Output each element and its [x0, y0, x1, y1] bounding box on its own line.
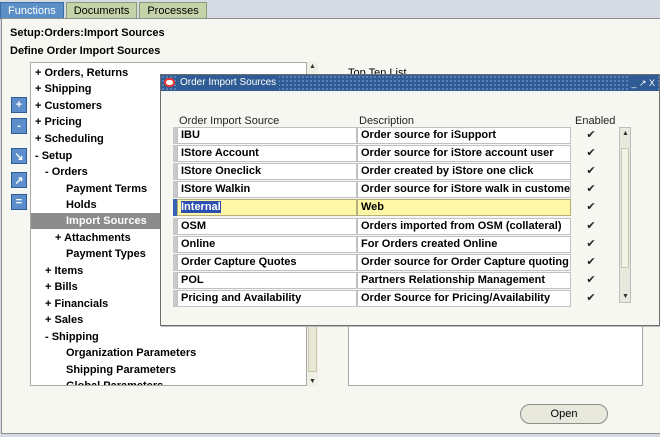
tree-item-sales[interactable]: + Sales	[45, 312, 83, 328]
grid-scrollbar[interactable]: ▲ ▼	[619, 127, 631, 303]
enabled-checkbox[interactable]: ✔	[585, 165, 597, 177]
grid-scroll-up-icon[interactable]: ▲	[622, 130, 629, 137]
description-cell[interactable]: Partners Relationship Management	[357, 272, 571, 289]
description-cell[interactable]: Orders imported from OSM (collateral)	[357, 218, 571, 235]
grid-scroll-thumb[interactable]	[621, 148, 629, 268]
window-titlebar[interactable]: Order Import Sources _ ↗ X	[161, 75, 659, 91]
tab-documents[interactable]: Documents	[65, 2, 138, 19]
header-description: Description	[359, 115, 415, 127]
tree-item-global-parameters[interactable]: Global Parameters	[66, 378, 163, 385]
tree-item-setup-shipping[interactable]: - Shipping	[45, 329, 99, 345]
source-cell[interactable]: Internal	[177, 199, 357, 216]
source-cell[interactable]: Online	[177, 236, 357, 253]
enabled-checkbox[interactable]: ✔	[585, 147, 597, 159]
description-cell[interactable]: Order Source for Pricing/Availability	[357, 290, 571, 307]
tree-item-financials[interactable]: + Financials	[45, 296, 108, 312]
enabled-checkbox[interactable]: ✔	[585, 220, 597, 232]
description-cell[interactable]: For Orders created Online	[357, 236, 571, 253]
source-cell[interactable]: IStore Walkin	[177, 181, 357, 198]
expand-all-button[interactable]: ↗	[11, 172, 27, 188]
tree-item-orders-returns[interactable]: + Orders, Returns	[35, 65, 128, 81]
source-cell[interactable]: IBU	[177, 127, 357, 144]
tree-item-shipping-parameters[interactable]: Shipping Parameters	[66, 362, 176, 378]
collapse-all-button[interactable]: =	[11, 194, 27, 210]
tree-item-items[interactable]: + Items	[45, 263, 83, 279]
description-cell[interactable]: Order created by iStore one click	[357, 163, 571, 180]
tree-item-setup[interactable]: - Setup	[35, 148, 72, 164]
tab-processes[interactable]: Processes	[139, 2, 207, 19]
tree-item-holds[interactable]: Holds	[66, 197, 97, 213]
tree-item-pricing[interactable]: + Pricing	[35, 114, 82, 130]
tree-item-organization-parameters[interactable]: Organization Parameters	[66, 345, 196, 361]
enabled-checkbox[interactable]: ✔	[585, 238, 597, 250]
page-title: Define Order Import Sources	[10, 45, 161, 57]
header-order-import-source: Order Import Source	[179, 115, 280, 127]
order-import-sources-window: Order Import Sources _ ↗ X Order Import …	[160, 74, 660, 326]
tree-item-attachments[interactable]: + Attachments	[55, 230, 131, 246]
tree-item-shipping[interactable]: + Shipping	[35, 81, 92, 97]
tree-item-scheduling[interactable]: + Scheduling	[35, 131, 104, 147]
enabled-checkbox[interactable]: ✔	[585, 292, 597, 304]
expand-button[interactable]: +	[11, 97, 27, 113]
source-cell[interactable]: OSM	[177, 218, 357, 235]
source-cell[interactable]: IStore Account	[177, 145, 357, 162]
window-title: Order Import Sources	[177, 76, 280, 90]
description-cell[interactable]: Order source for iStore walk in customer	[357, 181, 571, 198]
window-controls[interactable]: _ ↗ X	[629, 76, 657, 90]
tree-item-setup-orders[interactable]: - Orders	[45, 164, 88, 180]
scroll-up-arrow-icon[interactable]: ▲	[309, 63, 316, 70]
enabled-checkbox[interactable]: ✔	[585, 129, 597, 141]
enabled-checkbox[interactable]: ✔	[585, 256, 597, 268]
tab-functions[interactable]: Functions	[0, 2, 64, 19]
expand-branch-button[interactable]: ↘	[11, 148, 27, 164]
oracle-window-icon	[164, 78, 175, 87]
header-enabled: Enabled	[575, 115, 616, 127]
tree-item-payment-types[interactable]: Payment Types	[66, 246, 146, 262]
tree-item-customers[interactable]: + Customers	[35, 98, 102, 114]
source-cell[interactable]: Order Capture Quotes	[177, 254, 357, 271]
top-tabs: Functions Documents Processes	[0, 2, 207, 19]
grid-scroll-down-icon[interactable]: ▼	[622, 293, 629, 300]
open-button[interactable]: Open	[520, 404, 608, 424]
source-cell[interactable]: POL	[177, 272, 357, 289]
scroll-down-arrow-icon[interactable]: ▼	[309, 378, 316, 385]
description-cell[interactable]: Order source for iSupport	[357, 127, 571, 144]
enabled-checkbox[interactable]: ✔	[585, 274, 597, 286]
description-cell[interactable]: Order source for Order Capture quoting m…	[357, 254, 571, 271]
description-cell[interactable]: Web	[357, 199, 571, 216]
tree-item-payment-terms[interactable]: Payment Terms	[66, 181, 147, 197]
breadcrumb: Setup:Orders:Import Sources	[10, 27, 165, 39]
selected-text: Internal	[181, 201, 221, 213]
tree-item-bills[interactable]: + Bills	[45, 279, 78, 295]
enabled-checkbox[interactable]: ✔	[585, 183, 597, 195]
enabled-checkbox[interactable]: ✔	[585, 201, 597, 213]
collapse-button[interactable]: -	[11, 118, 27, 134]
source-cell[interactable]: Pricing and Availability	[177, 290, 357, 307]
description-cell[interactable]: Order source for iStore account user	[357, 145, 571, 162]
source-cell[interactable]: IStore Oneclick	[177, 163, 357, 180]
